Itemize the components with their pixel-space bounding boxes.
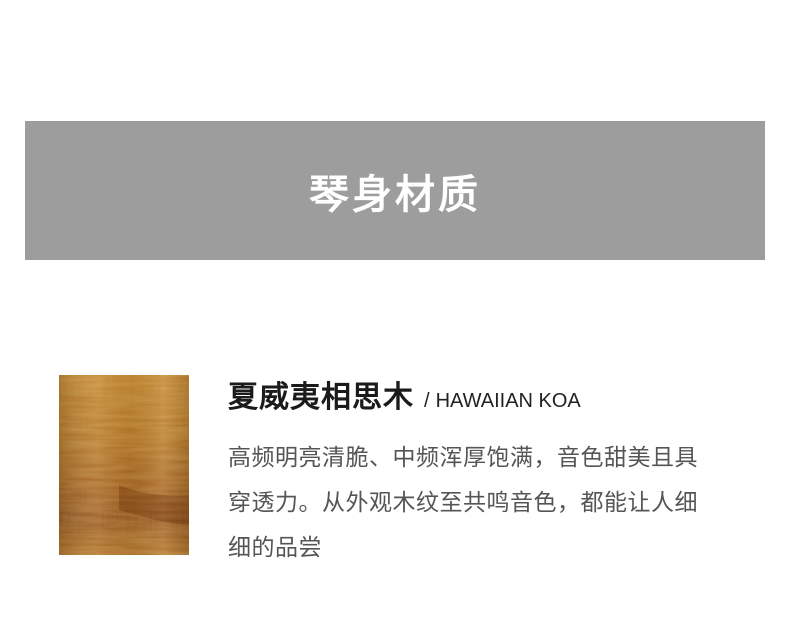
section-banner: 琴身材质 <box>25 121 765 260</box>
section-title: 琴身材质 <box>309 171 481 218</box>
material-heading: 夏威夷相思木 / HAWAIIAN KOA <box>228 372 581 416</box>
material-description: 高频明亮清脆、中频浑厚饱满，音色甜美且具 穿透力。从外观木纹至共鸣音色，都能让人… <box>228 436 768 571</box>
description-line: 穿透力。从外观木纹至共鸣音色，都能让人细 <box>228 490 698 516</box>
material-name-en: HAWAIIAN KOA <box>435 390 581 412</box>
wood-grain-texture <box>59 375 189 555</box>
description-line: 细的品尝 <box>228 535 322 561</box>
material-name-cn: 夏威夷相思木 <box>228 380 414 415</box>
material-separator: / <box>424 390 430 412</box>
koa-wood-swatch-image <box>59 375 189 555</box>
description-line: 高频明亮清脆、中频浑厚饱满，音色甜美且具 <box>228 445 698 471</box>
